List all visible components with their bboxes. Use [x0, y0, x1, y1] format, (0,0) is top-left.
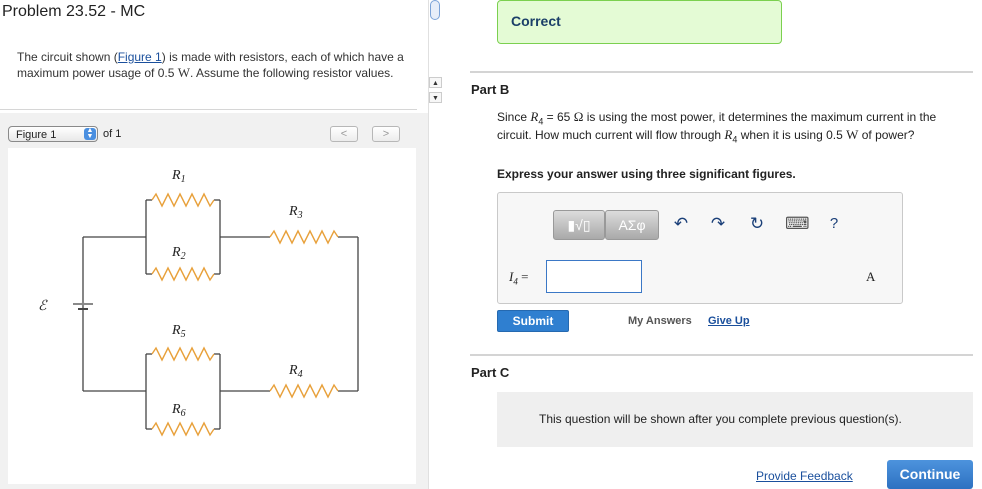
resistor-r3	[269, 229, 339, 245]
symbols-button[interactable]: ΑΣφ	[605, 210, 659, 240]
circuit-figure: ℰ R1 R3 R2 R5 R4 R6	[8, 148, 416, 484]
resistor-r4	[269, 383, 339, 399]
instruction: Express your answer using three signific…	[497, 167, 796, 181]
ohm-symbol: Ω	[573, 109, 584, 124]
question-text: Since	[497, 110, 531, 124]
watt-unit: W	[846, 127, 859, 143]
figure-count: of 1	[103, 128, 122, 140]
undo-icon[interactable]: ↶	[672, 215, 690, 233]
r6-sub: 6	[181, 408, 186, 419]
next-figure-button[interactable]: >	[372, 126, 400, 142]
submit-button[interactable]: Submit	[497, 310, 569, 332]
problem-intro: The circuit shown (Figure 1) is made wit…	[17, 50, 407, 81]
problem-pane: Problem 23.52 - MC The circuit shown (Fi…	[0, 0, 428, 489]
svg-text:R2: R2	[171, 245, 186, 262]
r1-sub: 1	[181, 174, 186, 185]
divider	[470, 71, 973, 73]
question-text: = 65	[543, 110, 574, 124]
r2-label: R	[171, 245, 181, 260]
r1-label: R	[171, 168, 181, 183]
give-up-link[interactable]: Give Up	[708, 315, 750, 327]
part-b-question: Since R4 = 65 Ω is using the most power,…	[497, 110, 967, 147]
question-text: of power?	[858, 128, 915, 143]
correct-label: Correct	[511, 13, 561, 29]
reset-icon[interactable]: ↻	[748, 215, 766, 233]
divider	[0, 109, 417, 110]
r4-sub: 4	[298, 369, 303, 380]
scroll-down-icon[interactable]: ▼	[429, 92, 442, 103]
answer-input[interactable]	[546, 260, 642, 293]
r4-label: R	[288, 363, 298, 378]
continue-button[interactable]: Continue	[887, 460, 973, 489]
provide-feedback-link[interactable]: Provide Feedback	[756, 469, 853, 483]
prev-figure-button[interactable]: <	[330, 126, 358, 142]
r2-sub: 2	[181, 251, 186, 262]
my-answers-link[interactable]: My Answers	[628, 315, 692, 327]
r5-sub: 5	[181, 329, 186, 340]
r3-label: R	[288, 204, 298, 219]
pane-scrollbar[interactable]	[428, 0, 444, 489]
svg-text:R4: R4	[288, 363, 303, 380]
figure-select-value: Figure 1	[16, 129, 57, 141]
part-c-title: Part C	[471, 365, 510, 380]
emf-label: ℰ	[38, 299, 48, 314]
question-text: when it is using 0.5	[737, 128, 847, 143]
resistor-r1	[151, 192, 215, 208]
resistor-r5	[151, 346, 215, 362]
keyboard-icon[interactable]: ⌨	[785, 215, 810, 233]
answer-eq: =	[517, 269, 529, 284]
problem-title: Problem 23.52 - MC	[2, 3, 146, 20]
intro-text-3: . Assume the following resistor values.	[190, 66, 394, 80]
power-unit: W	[177, 65, 191, 80]
answer-variable: I4 =	[509, 269, 528, 287]
answer-unit: A	[866, 269, 876, 284]
resistor-r2	[151, 266, 215, 282]
divider	[470, 354, 973, 356]
select-arrows-icon: ▲ ▼	[84, 127, 96, 140]
r5-label: R	[171, 323, 181, 338]
scroll-up-icon[interactable]: ▲	[429, 77, 442, 88]
figure-select[interactable]: Figure 1 ▲ ▼	[8, 126, 98, 142]
scrollbar-thumb[interactable]	[430, 0, 440, 20]
resistor-r6	[151, 421, 215, 437]
svg-text:R1: R1	[171, 168, 186, 185]
part-b-title: Part B	[471, 82, 510, 97]
svg-text:R5: R5	[171, 323, 186, 340]
r6-label: R	[171, 402, 181, 417]
part-c-message: This question will be shown after you co…	[539, 412, 902, 426]
figure-link[interactable]: Figure 1	[118, 50, 162, 64]
svg-text:R3: R3	[288, 204, 303, 221]
template-button[interactable]: ▮√▯	[553, 210, 605, 240]
svg-text:R6: R6	[171, 402, 186, 419]
r3-sub: 3	[297, 210, 303, 221]
circuit-diagram: ℰ R1 R3 R2 R5 R4 R6	[38, 168, 359, 437]
redo-icon[interactable]: ↷	[709, 215, 727, 233]
intro-text-1: The circuit shown (	[17, 50, 118, 64]
help-icon[interactable]: ?	[825, 215, 843, 233]
